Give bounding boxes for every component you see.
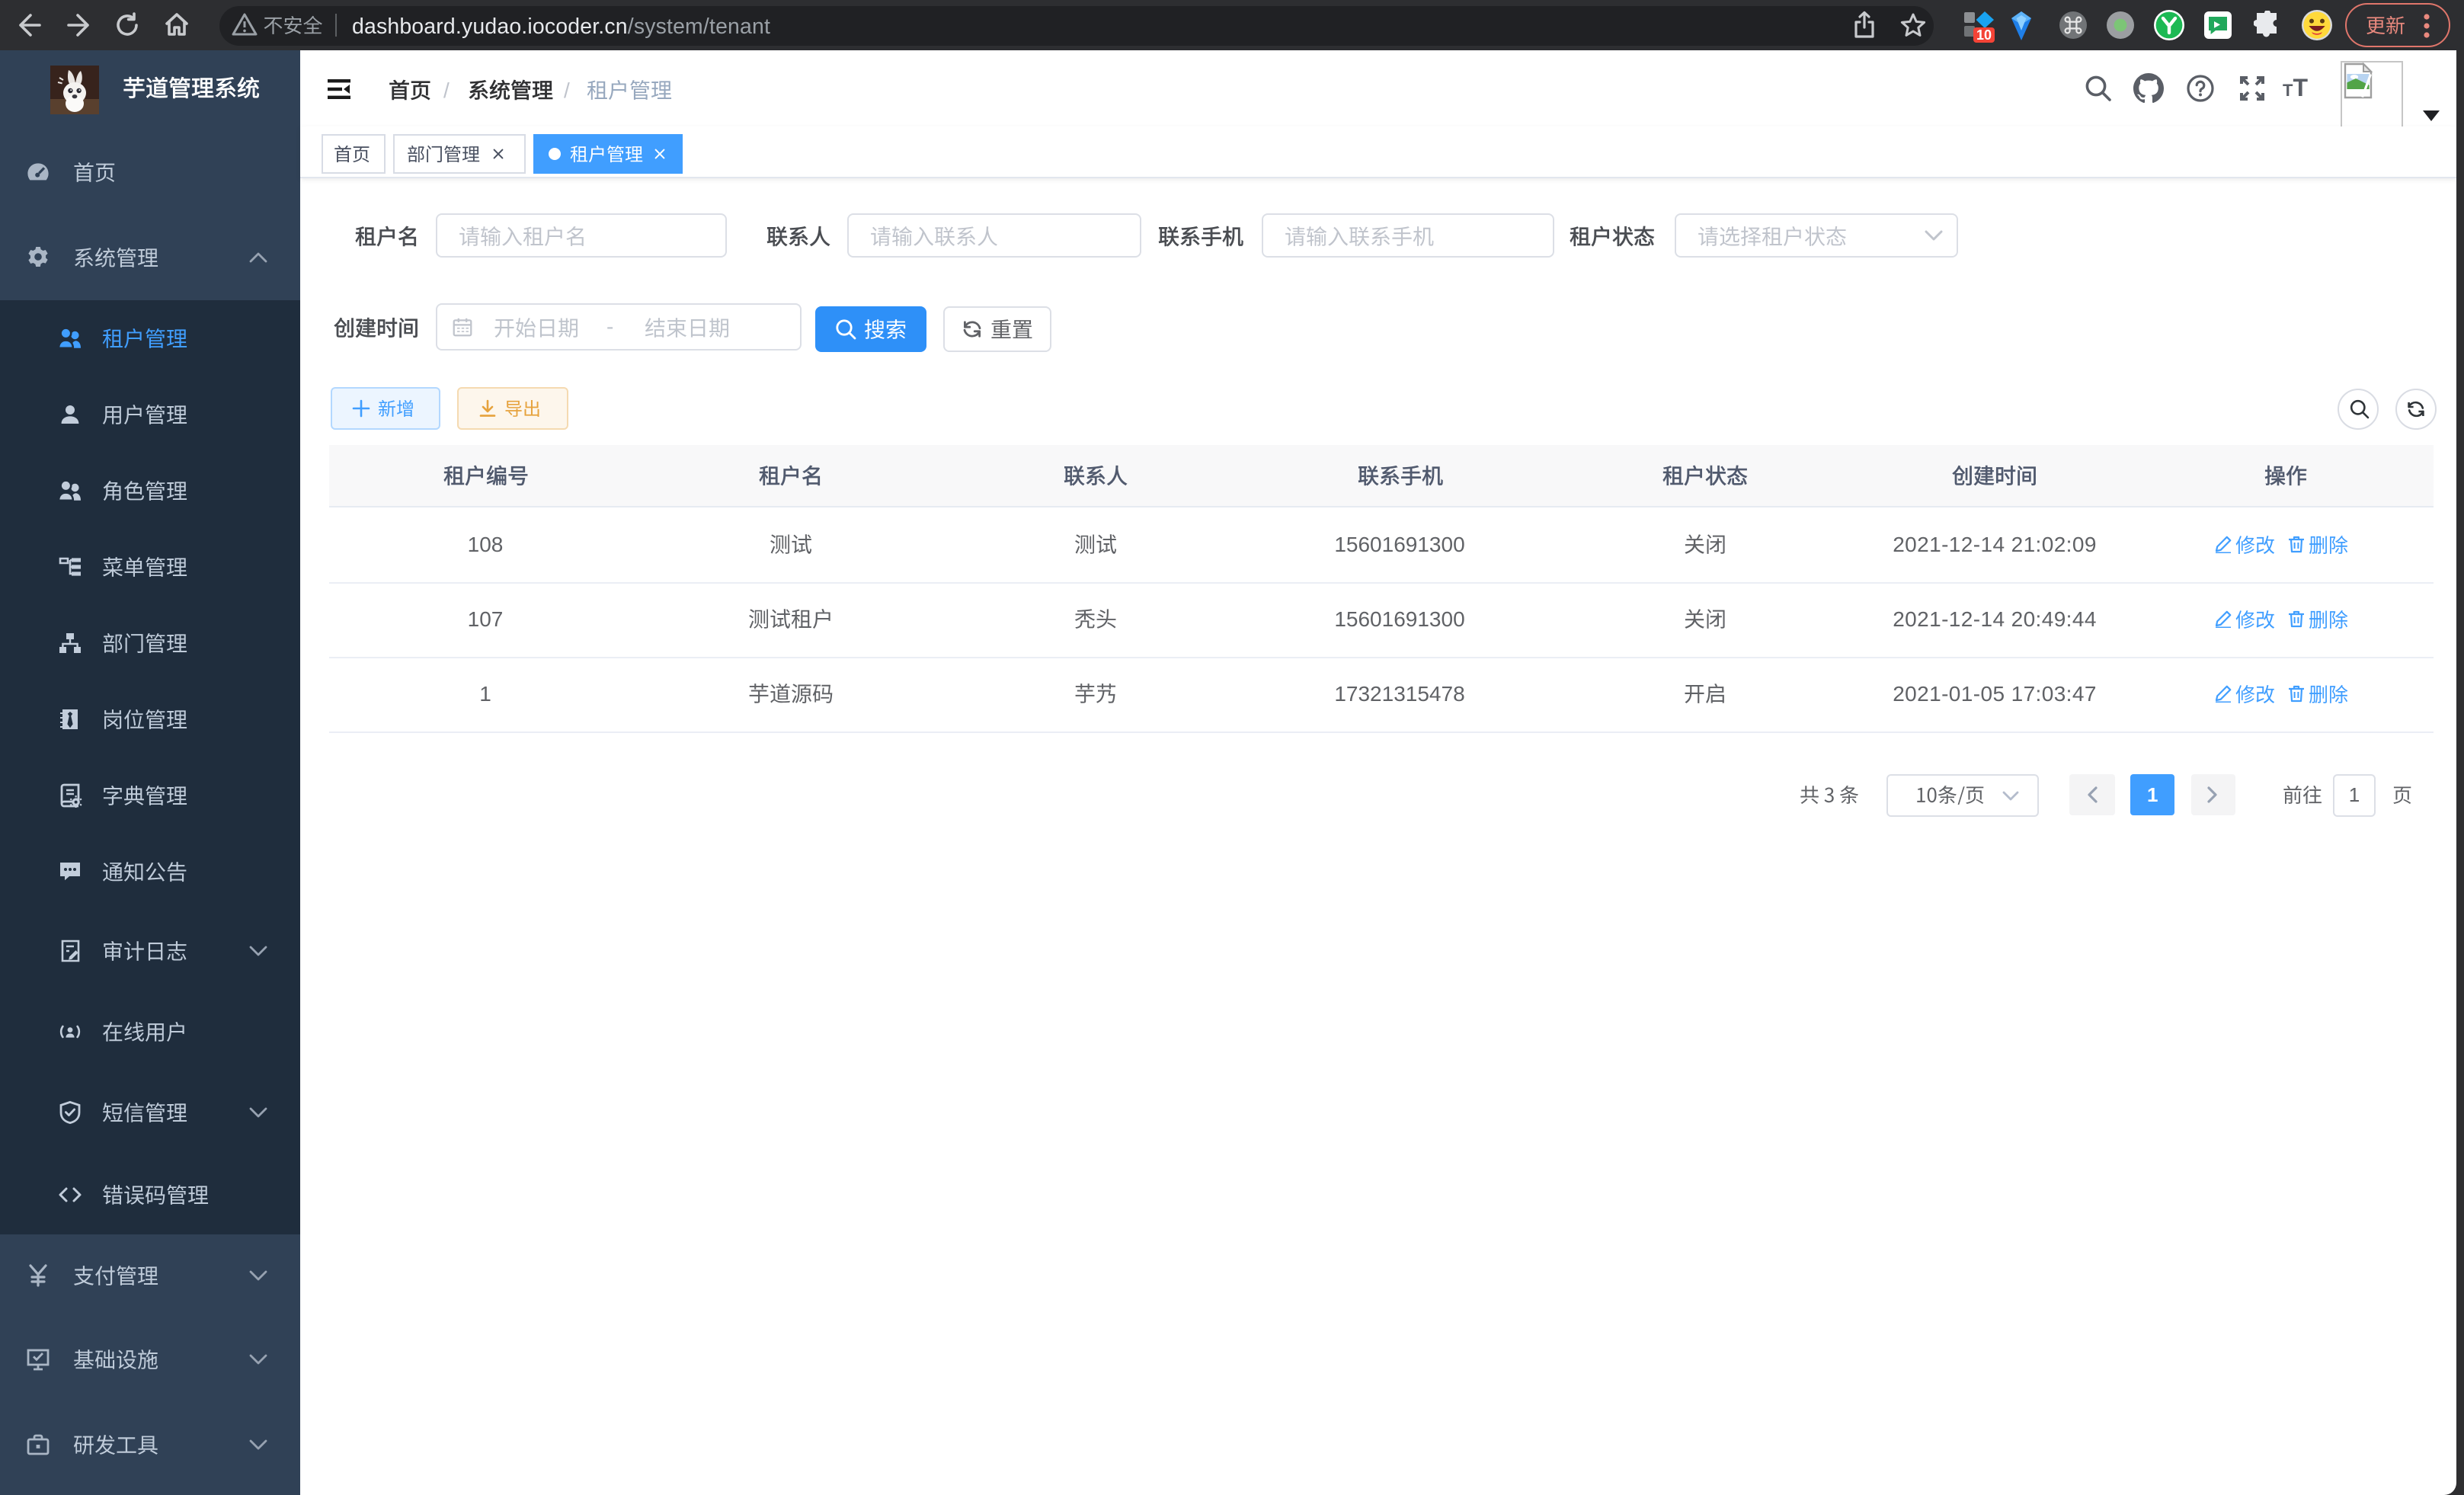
svg-text:10: 10 [1976, 27, 1992, 43]
